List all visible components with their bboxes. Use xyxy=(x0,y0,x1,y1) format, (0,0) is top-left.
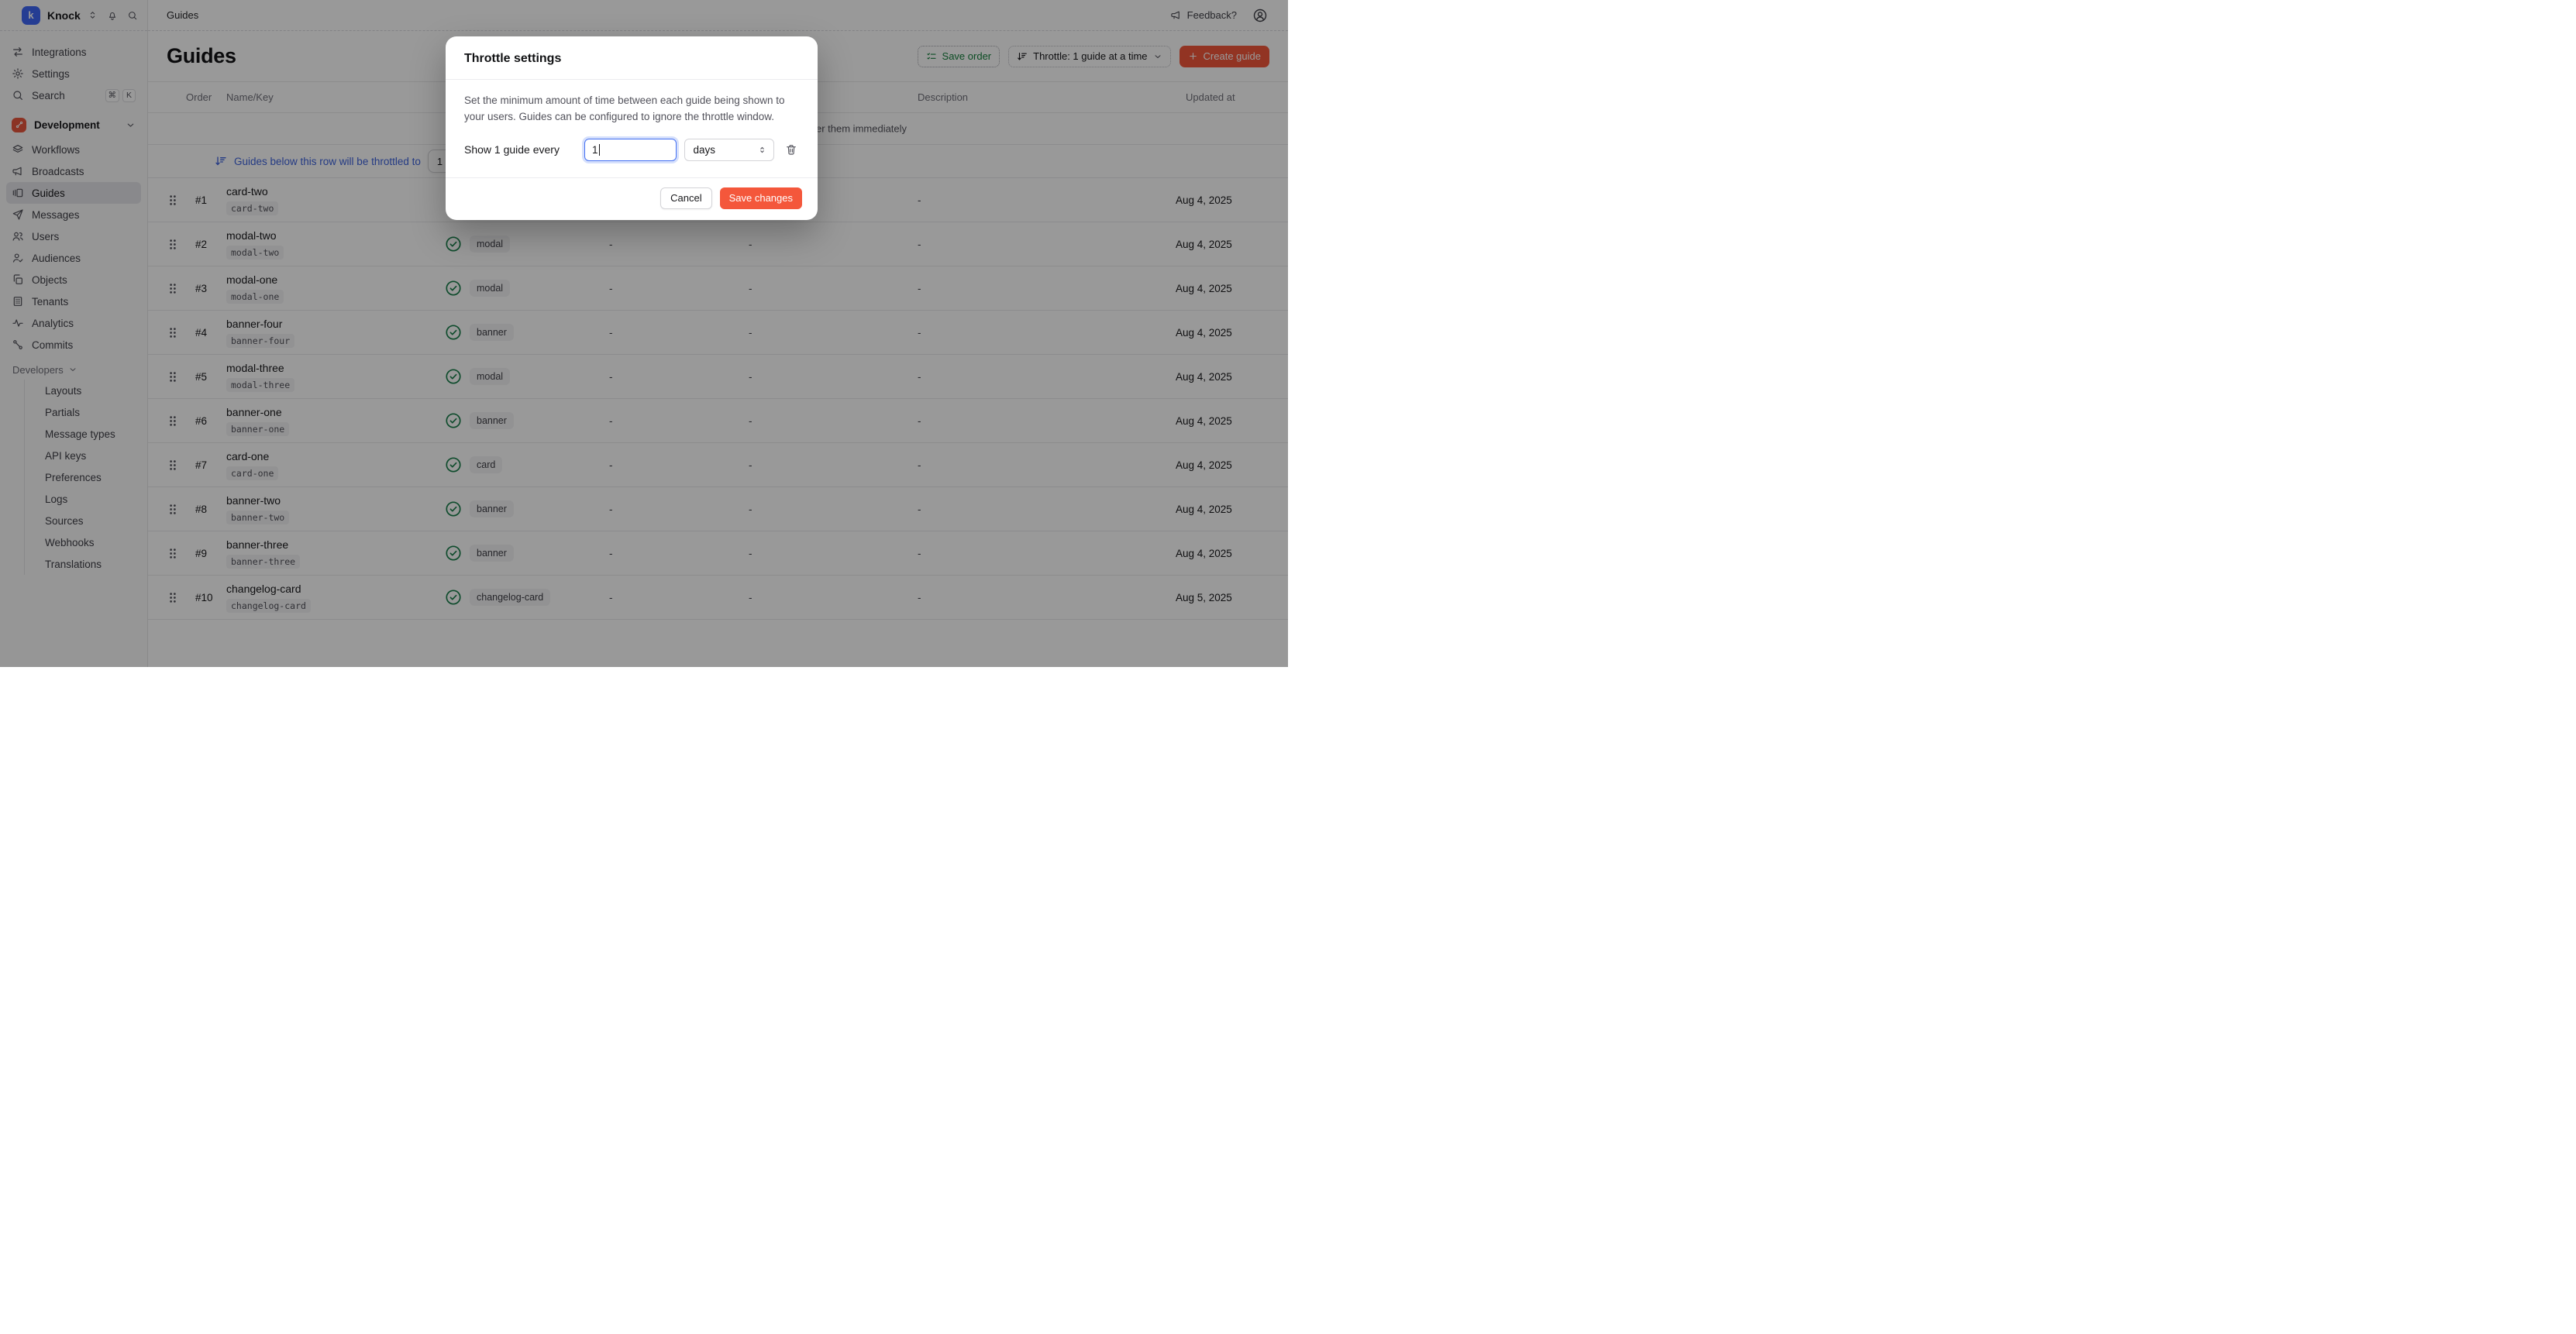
select-stepper-icon xyxy=(757,145,767,155)
throttle-settings-dialog: Throttle settings Set the minimum amount… xyxy=(446,36,818,220)
text-caret xyxy=(599,144,601,156)
dialog-title: Throttle settings xyxy=(464,52,799,66)
dialog-description: Set the minimum amount of time between e… xyxy=(464,93,799,125)
throttle-input-label: Show 1 guide every xyxy=(464,143,569,156)
throttle-value-input[interactable]: 1 xyxy=(584,139,677,161)
throttle-unit-select[interactable]: days xyxy=(684,139,774,161)
save-changes-button[interactable]: Save changes xyxy=(720,187,802,209)
delete-throttle-button[interactable] xyxy=(783,142,799,157)
cancel-button[interactable]: Cancel xyxy=(660,187,711,209)
